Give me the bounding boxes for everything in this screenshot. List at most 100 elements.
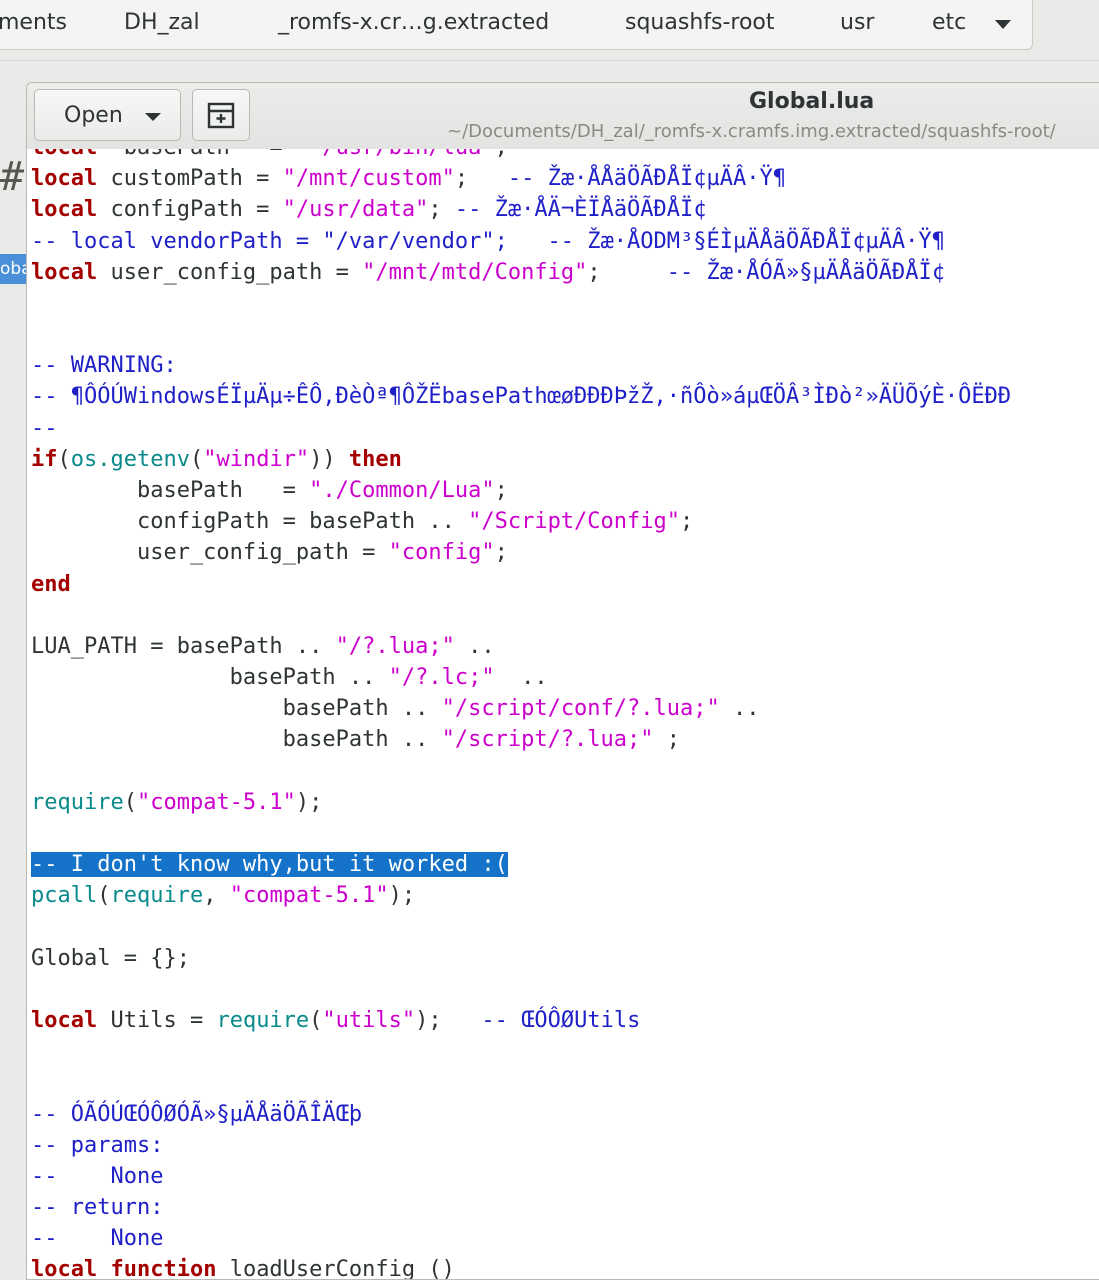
code-line: -- ÓÃÓÚŒÓÔØÓÃ»§µÄÅäÖÃÎÄŒþ [31,1099,362,1130]
selected-text: -- I don't know why,but it worked :( [31,852,508,878]
code-token: local [31,259,98,285]
code-token: basePath = [31,477,310,503]
breadcrumb-romfs-extracted[interactable]: _romfs-x.cr…g.extracted [278,10,549,35]
code-line: configPath = basePath .. "/Script/Config… [31,506,693,537]
code-token: -- return: [31,1195,164,1221]
new-document-icon [207,102,235,129]
code-token: ( [123,789,137,815]
text-editor-window: Open Global.lua ~/Documents/DH_zal/_romf… [26,82,1099,1280]
code-line: local function loadUserConfig () [31,1254,455,1280]
breadcrumb-documents[interactable]: ments [0,10,67,35]
code-line: -- None [31,1161,163,1192]
code-line: -- return: [31,1192,163,1223]
code-token: function [110,1257,217,1280]
code-line: Global = {}; [31,943,190,974]
code-line: local basePath = "/usr/bin/lua"; [31,149,508,163]
code-token: "/mnt/custom" [282,166,455,192]
code-line: local configPath = "/usr/data"; -- Žæ·ÅÄ… [31,194,707,225]
code-token: basePath .. [31,665,389,691]
code-token: local [31,1008,98,1034]
code-token: require [110,883,204,909]
file-manager-partial-icon: # [0,154,25,200]
code-token: LUA_PATH = basePath .. [31,633,336,659]
code-token: -- None [31,1163,164,1189]
code-token: ; [653,727,681,753]
code-token: "/usr/bin/lua" [309,149,494,160]
code-token: ( [189,446,204,472]
code-token: ; [680,509,694,535]
code-token: customPath = [97,166,283,192]
code-token: "/Script/Config" [468,509,681,535]
code-token: -- Žæ·ÅÓÃ»§µÄÅäÖÃÐÅÏ¢ [666,259,945,285]
code-line: require("compat-5.1"); [31,787,322,818]
code-token: "/mnt/mtd/Config" [362,259,588,285]
code-editor-area[interactable]: local basePath = "/usr/bin/lua";local cu… [27,149,1099,1280]
code-token: os.getenv [70,446,190,472]
breadcrumb-dh-zal[interactable]: DH_zal [124,10,200,35]
code-token: .. [494,665,548,691]
code-line: local Utils = require("utils"); -- ŒÓÔØU… [31,1005,640,1036]
document-path: ~/Documents/DH_zal/_romfs-x.cramfs.img.e… [447,121,1056,142]
code-token: -- WARNING: [31,353,177,379]
code-token: -- None [31,1226,164,1252]
code-token: "windir" [203,446,310,472]
code-token: configPath = basePath .. [31,509,469,535]
code-token: "config" [388,540,495,566]
code-line: -- local vendorPath = "/var/vendor"; -- … [31,226,945,257]
code-token: -- Žæ·ÅÅäÖÃÐÅÏ¢µÄÂ·Ÿ¶ [507,166,786,192]
chevron-down-icon [145,113,161,121]
breadcrumb-etc[interactable]: etc [932,10,966,35]
code-token: Utils = [97,1008,217,1034]
breadcrumb: ments DH_zal _romfs-x.cr…g.extracted squ… [0,0,1033,50]
breadcrumb-overflow-chevron-down-icon[interactable] [995,20,1011,29]
code-token: "/?.lua;" [335,633,455,659]
file-manager-divider [0,60,1099,61]
code-token: local [31,166,98,192]
code-token: -- ŒÓÔØUtils [481,1008,641,1034]
code-token: "./Common/Lua" [309,477,495,503]
code-line: local user_config_path = "/mnt/mtd/Confi… [31,257,945,288]
code-token: local [31,149,97,160]
code-line: end [31,569,71,600]
code-token: ; [587,259,667,285]
code-token: -- [31,415,58,441]
open-button[interactable]: Open [34,89,181,141]
code-token: "compat-5.1" [229,883,389,909]
code-token: ( [57,446,71,472]
code-line: -- ¶ÔÓÚWindowsÉÏµÄµ÷ÊÔ,ÐèÒª¶ÔŽËbasePathœ… [31,381,1011,412]
code-token: local [31,197,98,223]
new-document-button[interactable] [192,89,250,141]
code-token: ; [494,540,508,566]
code-line: basePath .. "/script/conf/?.lua;" .. [31,693,760,724]
code-token: require [216,1008,310,1034]
code-token: Global = {}; [31,945,190,971]
open-button-label: Open [64,103,123,128]
code-line: -- [31,413,58,444]
code-token: user_config_path = [97,259,363,285]
code-token: -- local vendorPath = "/var/vendor"; -- … [31,228,945,254]
code-token: ( [97,883,111,909]
code-token: ); [295,789,323,815]
code-token: ; [428,197,455,223]
file-manager-selected-item[interactable]: oba [0,254,26,284]
code-token: end [31,571,71,597]
code-token: basePath = [97,149,309,160]
breadcrumb-squashfs-root[interactable]: squashfs-root [625,10,775,35]
code-line: user_config_path = "config"; [31,537,508,568]
breadcrumb-usr[interactable]: usr [840,10,874,35]
code-token: ( [309,1008,323,1034]
code-token: , [203,883,230,909]
code-token: basePath .. [31,727,442,753]
code-line: -- I don't know why,but it worked :( [31,849,508,880]
code-token: -- params: [31,1132,164,1158]
code-token: ; [494,477,508,503]
code-token: .. [454,633,495,659]
code-token: "/?.lc;" [388,665,495,691]
code-token: ); [415,1008,482,1034]
code-token: "utils" [322,1008,416,1034]
code-token: -- ¶ÔÓÚWindowsÉÏµÄµ÷ÊÔ,ÐèÒª¶ÔŽËbasePathœ… [31,384,1012,410]
code-line: -- WARNING: [31,350,177,381]
code-token: "/script/?.lua;" [441,727,654,753]
code-line: local customPath = "/mnt/custom"; -- Žæ·… [31,163,786,194]
